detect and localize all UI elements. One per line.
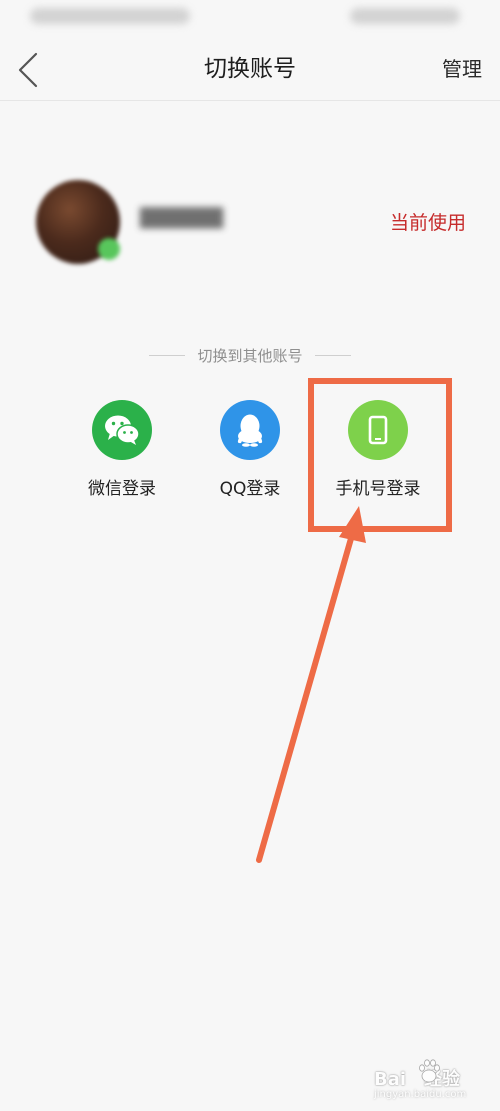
switch-section-label: 切换到其他账号 [197,346,303,365]
nav-bar: 切换账号 管理 [0,38,500,101]
watermark-url: jingyan.baidu.com [374,1089,467,1100]
wechat-login-label: 微信登录 [88,479,156,499]
avatar-badge [98,238,120,260]
username-blurred: ██████ [140,208,224,229]
watermark: Bai 经验 jingyan.baidu.com [372,1049,492,1105]
manage-button[interactable]: 管理 [442,38,482,100]
current-use-label: 当前使用 [389,212,466,234]
qq-login-option[interactable]: QQ登录 [185,400,315,499]
wechat-icon [92,400,152,460]
baidu-paw-icon [419,1059,440,1083]
page-title: 切换账号 [204,56,296,82]
switch-section-divider: 切换到其他账号 [0,342,500,368]
qq-login-label: QQ登录 [219,479,281,499]
highlight-box [308,378,452,532]
wechat-login-option[interactable]: 微信登录 [57,400,187,499]
current-account-row: ██████ 当前使用 [0,160,500,280]
status-bar [0,0,500,38]
divider-line-left [149,354,186,356]
status-bar-right-blur [350,8,460,24]
status-bar-left-blur [30,8,190,24]
qq-penguin-icon [220,400,280,460]
divider-line-right [314,354,351,356]
